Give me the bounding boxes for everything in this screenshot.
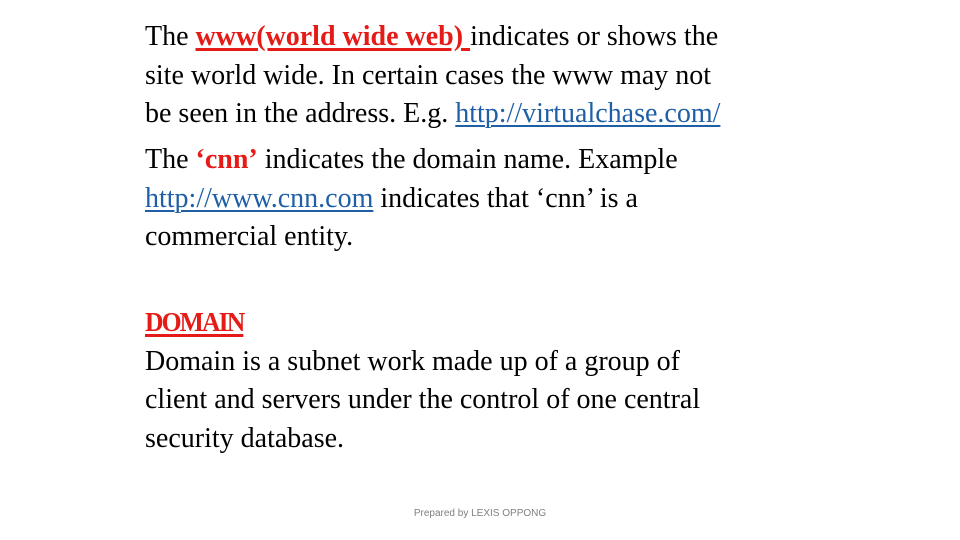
virtualchase-link[interactable]: http://virtualchase.com/ [455, 98, 720, 129]
text-line: commercial entity. [145, 221, 354, 252]
text-line: site world wide. In certain cases the ww… [145, 59, 712, 91]
domain-heading: DOMAIN [145, 307, 245, 337]
text-line: The www(world wide web) indicates or sho… [145, 21, 719, 52]
text-line: The ‘cnn’ indicates the domain name. Exa… [145, 144, 678, 175]
text-line: client and servers under the control of … [145, 384, 701, 415]
text-line: security database. [145, 422, 345, 454]
paragraph-cnn: The ‘cnn’ indicates the domain name. Exa… [145, 141, 835, 257]
www-term: www(world wide web) [195, 21, 471, 52]
paragraph-www: The www(world wide web) indicates or sho… [145, 18, 835, 134]
text-line: Domain is a subnet work made up of a gro… [145, 345, 680, 377]
text-line: http://www.cnn.com indicates that ‘cnn’ … [145, 182, 638, 214]
cnn-link[interactable]: http://www.cnn.com [145, 183, 373, 214]
footer-credit: Prepared by LEXIS OPPONG [413, 508, 547, 519]
cnn-term: ‘cnn’ [195, 144, 258, 175]
text-line: be seen in the address. E.g. http://virt… [145, 98, 721, 129]
domain-section: DOMAIN Domain is a subnet work made up o… [145, 303, 835, 458]
